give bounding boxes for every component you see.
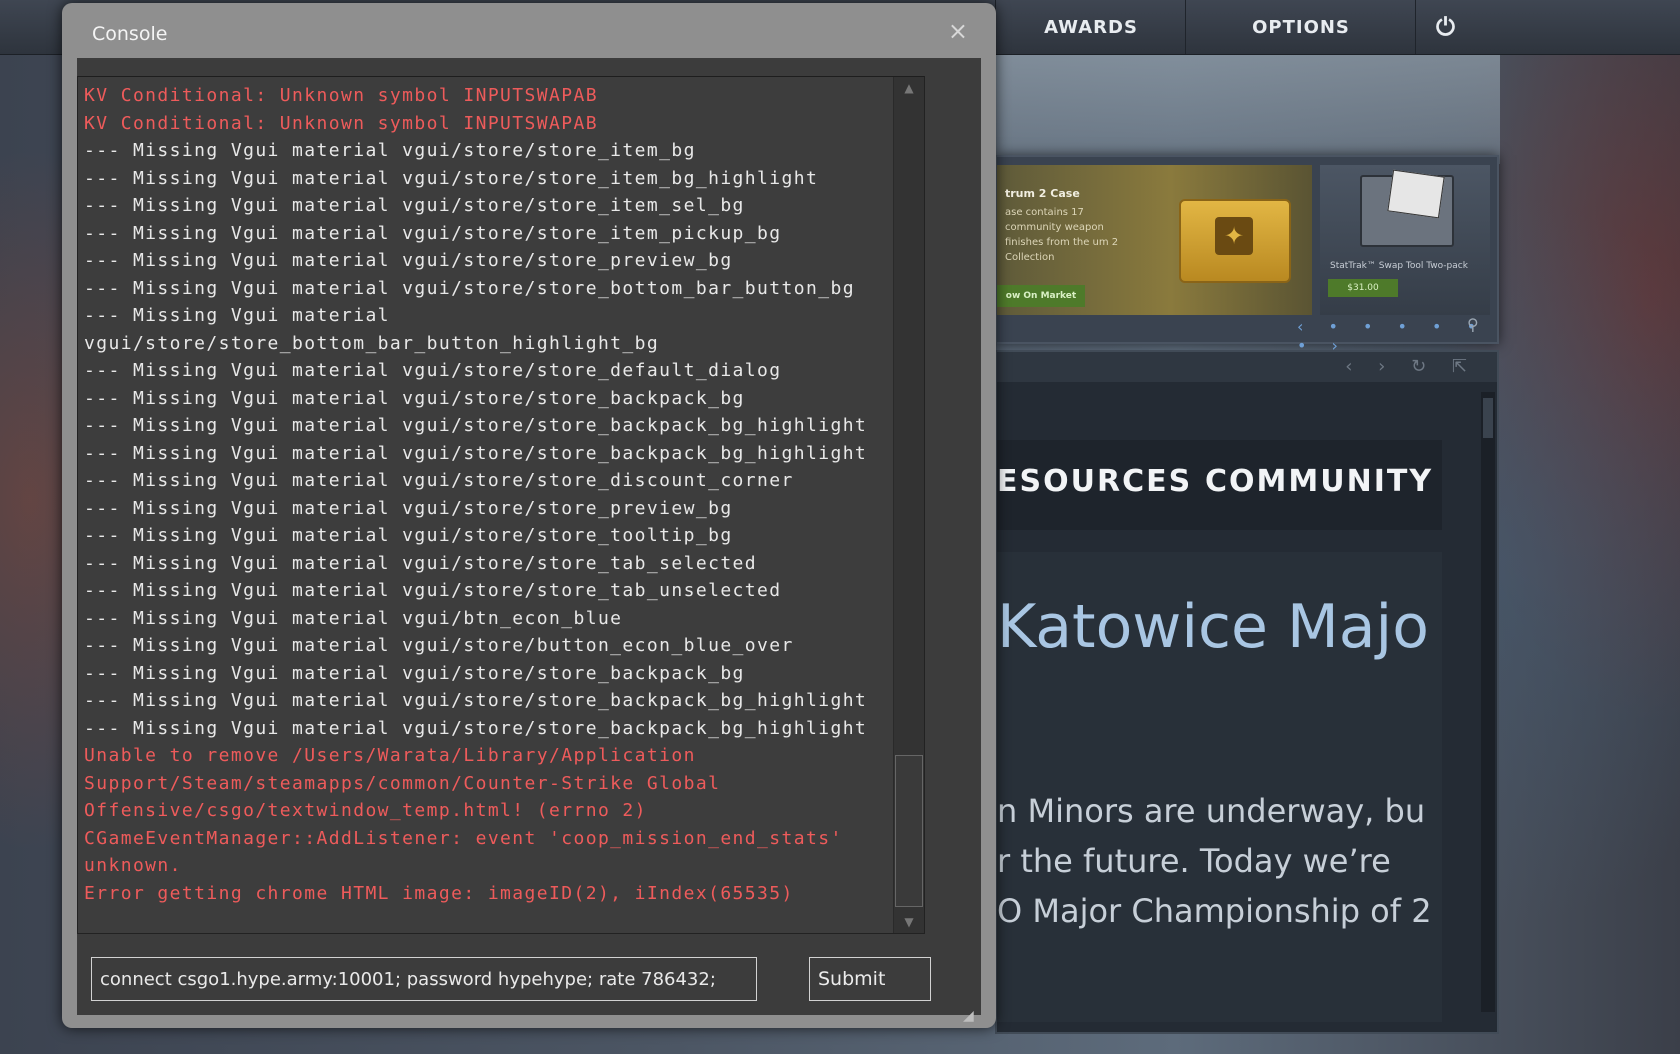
- blog-nav-community[interactable]: COMMUNITY: [1205, 464, 1433, 499]
- console-log-line: Offensive/csgo/textwindow_temp.html! (er…: [84, 800, 647, 821]
- news-scrollbar[interactable]: [1481, 392, 1495, 1012]
- news-panel: ‹ › ↻ ⇱ ESOURCES COMMUNITY Katowice Majo…: [995, 350, 1499, 1034]
- console-log-line: --- Missing Vgui material vgui/store/sto…: [84, 497, 733, 519]
- scroll-down-icon[interactable]: ▼: [894, 915, 924, 929]
- power-icon[interactable]: ⏻: [1415, 0, 1476, 54]
- blog-nav-resources[interactable]: ESOURCES: [997, 464, 1192, 499]
- console-log-line: vgui/store/store_bottom_bar_button_highl…: [84, 332, 660, 354]
- tool-caption: StatTrak™ Swap Tool Two-pack: [1330, 261, 1468, 271]
- store-banner-swap-tool[interactable]: StatTrak™ Swap Tool Two-pack $31.00: [1320, 165, 1490, 315]
- blog-text-line: r the future. Today we’re: [997, 842, 1391, 880]
- view-on-market-button[interactable]: ow On Market: [997, 285, 1085, 307]
- console-log-line: --- Missing Vgui material vgui/store/sto…: [84, 662, 745, 684]
- nav-options-button[interactable]: OPTIONS: [1185, 0, 1416, 54]
- blog-text-line: n Minors are underway, bu: [997, 792, 1426, 830]
- console-log-line: --- Missing Vgui material vgui/store/sto…: [84, 360, 782, 381]
- price-button[interactable]: $31.00: [1328, 279, 1398, 297]
- console-log-line: KV Conditional: Unknown symbol INPUTSWAP…: [84, 85, 598, 106]
- case-description: ase contains 17 community weapon finishe…: [1005, 207, 1119, 263]
- browser-nav-icons[interactable]: ‹ › ↻ ⇱: [1345, 356, 1477, 377]
- submit-button[interactable]: Submit: [809, 957, 931, 1001]
- console-log-line: Unable to remove /Users/Warata/Library/A…: [84, 745, 696, 766]
- scrollbar-thumb[interactable]: [895, 755, 923, 907]
- console-log-line: --- Missing Vgui material vgui/store/sto…: [84, 717, 868, 739]
- console-command-input[interactable]: [91, 957, 757, 1001]
- console-log-line: --- Missing Vgui material vgui/store/sto…: [84, 470, 794, 491]
- case-title: trum 2 Case: [1005, 187, 1080, 200]
- search-icon[interactable]: ⚲: [1467, 315, 1479, 334]
- blog-headline: Katowice Majo: [997, 592, 1429, 662]
- console-log[interactable]: KV Conditional: Unknown symbol INPUTSWAP…: [77, 76, 925, 934]
- console-log-line: --- Missing Vgui material vgui/store/sto…: [84, 222, 782, 244]
- console-log-line: --- Missing Vgui material vgui/store/sto…: [84, 277, 855, 299]
- close-icon[interactable]: ×: [948, 17, 968, 45]
- resize-grip-icon[interactable]: ◢: [963, 1008, 974, 1024]
- news-toolbar: ‹ › ↻ ⇱: [997, 352, 1497, 382]
- console-title: Console: [92, 23, 168, 45]
- console-log-line: --- Missing Vgui material vgui/store/sto…: [84, 690, 868, 711]
- console-log-line: --- Missing Vgui material vgui/store/sto…: [84, 167, 819, 189]
- console-log-line: KV Conditional: Unknown symbol INPUTSWAP…: [84, 112, 598, 134]
- console-log-line: --- Missing Vgui material vgui/store/sto…: [84, 250, 733, 271]
- store-banner-case[interactable]: trum 2 Case ase contains 17 community we…: [997, 165, 1312, 315]
- console-log-line: --- Missing Vgui material vgui/store/sto…: [84, 552, 758, 574]
- nav-awards-button[interactable]: AWARDS: [995, 0, 1186, 54]
- console-log-line: --- Missing Vgui material vgui/btn_econ_…: [84, 607, 623, 629]
- log-scrollbar[interactable]: ▲ ▼: [893, 77, 924, 933]
- console-log-line: --- Missing Vgui material vgui/store/sto…: [84, 525, 733, 546]
- console-log-line: --- Missing Vgui material vgui/store/sto…: [84, 415, 868, 436]
- case-emblem-icon: ✦: [1215, 217, 1253, 255]
- console-log-line: --- Missing Vgui material vgui/store/sto…: [84, 442, 868, 464]
- console-log-line: Error getting chrome HTML image: imageID…: [84, 882, 794, 904]
- weapon-case-icon: ✦: [1179, 199, 1291, 283]
- blog-navigation: ESOURCES COMMUNITY: [997, 440, 1442, 530]
- console-log-line: --- Missing Vgui material vgui/store/but…: [84, 635, 794, 656]
- swap-tool-icon: [1360, 169, 1454, 247]
- blog-text-line: O Major Championship of 2: [997, 892, 1432, 930]
- console-log-line: --- Missing Vgui material vgui/store/sto…: [84, 387, 745, 409]
- blog-body: Katowice Majo n Minors are underway, bu …: [997, 552, 1442, 1022]
- store-panel: trum 2 Case ase contains 17 community we…: [995, 155, 1499, 355]
- console-log-line: --- Missing Vgui material vgui/store/sto…: [84, 195, 745, 216]
- console-log-line: Support/Steam/steamapps/common/Counter-S…: [84, 772, 721, 794]
- console-log-line: CGameEventManager::AddListener: event 'c…: [84, 827, 843, 849]
- console-log-lines: KV Conditional: Unknown symbol INPUTSWAP…: [84, 82, 884, 907]
- console-log-line: --- Missing Vgui material: [84, 305, 390, 326]
- background-glow: [995, 54, 1500, 164]
- console-log-line: unknown.: [84, 855, 182, 876]
- console-log-line: --- Missing Vgui material vgui/store/sto…: [84, 140, 696, 161]
- scroll-up-icon[interactable]: ▲: [894, 81, 924, 95]
